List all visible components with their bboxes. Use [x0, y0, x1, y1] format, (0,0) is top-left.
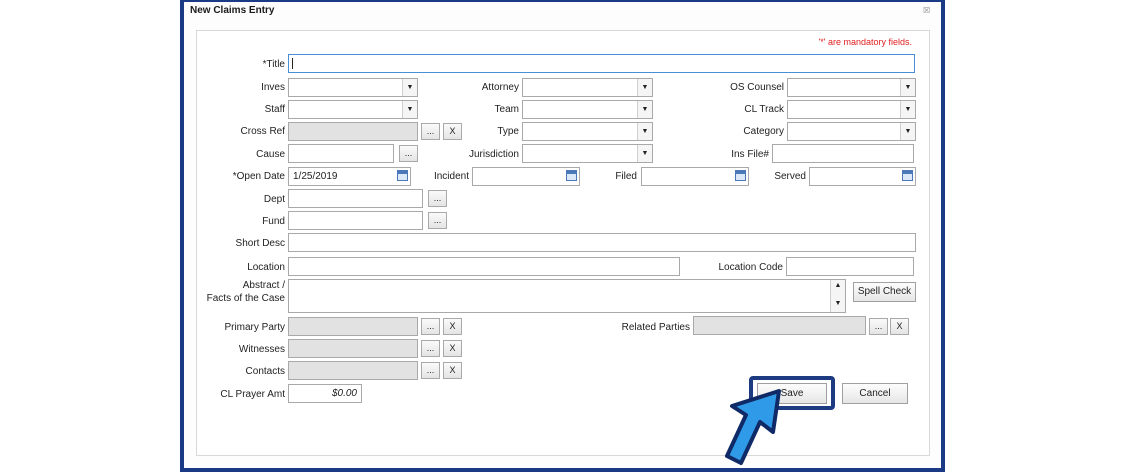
filed-label: Filed — [615, 171, 637, 182]
cause-browse-button[interactable]: ... — [399, 145, 418, 162]
witnesses-label: Witnesses — [238, 344, 285, 355]
ins-file-input[interactable] — [772, 144, 914, 163]
chevron-down-icon: ▼ — [900, 101, 915, 118]
witnesses-clear-button[interactable]: X — [443, 340, 462, 357]
chevron-down-icon: ▼ — [637, 123, 652, 140]
contacts-browse-button[interactable]: ... — [421, 362, 440, 379]
category-label: Category — [743, 126, 784, 137]
incident-label: Incident — [433, 171, 469, 182]
ins-file-label: Ins File# — [731, 149, 769, 160]
calendar-icon[interactable] — [735, 170, 746, 181]
served-date-picker[interactable] — [809, 167, 916, 186]
cause-field[interactable] — [288, 144, 394, 163]
location-code-input[interactable] — [786, 257, 914, 276]
location-input[interactable] — [288, 257, 680, 276]
location-code-label: Location Code — [718, 262, 784, 273]
staff-dropdown[interactable]: ▼ — [288, 100, 418, 119]
chevron-down-icon: ▼ — [900, 123, 915, 140]
abstract-label-line1: Abstract / — [242, 280, 285, 291]
chevron-down-icon: ▼ — [402, 101, 417, 118]
abstract-scrollbar[interactable]: ▲ ▼ — [830, 280, 845, 312]
related-parties-field — [693, 316, 866, 335]
inves-label: Inves — [261, 82, 285, 93]
type-dropdown[interactable]: ▼ — [522, 122, 653, 141]
chevron-down-icon: ▼ — [637, 79, 652, 96]
related-parties-clear-button[interactable]: X — [890, 318, 909, 335]
inves-dropdown[interactable]: ▼ — [288, 78, 418, 97]
contacts-clear-button[interactable]: X — [443, 362, 462, 379]
witnesses-field — [288, 339, 418, 358]
attorney-dropdown[interactable]: ▼ — [522, 78, 653, 97]
chevron-down-icon: ▼ — [900, 79, 915, 96]
spell-check-button[interactable]: Spell Check — [853, 282, 916, 302]
witnesses-browse-button[interactable]: ... — [421, 340, 440, 357]
cl-prayer-amt-value: $0.00 — [331, 388, 357, 399]
location-label: Location — [247, 262, 285, 273]
served-label: Served — [774, 171, 806, 182]
cl-track-dropdown[interactable]: ▼ — [787, 100, 916, 119]
primary-party-browse-button[interactable]: ... — [421, 318, 440, 335]
cl-track-label: CL Track — [744, 104, 784, 115]
incident-date-picker[interactable] — [472, 167, 580, 186]
fund-label: Fund — [262, 216, 285, 227]
jurisdiction-label: Jurisdiction — [468, 149, 519, 160]
chevron-down-icon: ▼ — [637, 101, 652, 118]
cancel-button[interactable]: Cancel — [842, 383, 908, 404]
pointer-arrow-icon — [725, 389, 781, 465]
os-counsel-dropdown[interactable]: ▼ — [787, 78, 916, 97]
team-dropdown[interactable]: ▼ — [522, 100, 653, 119]
calendar-icon[interactable] — [397, 170, 408, 181]
dialog-title: New Claims Entry — [190, 5, 275, 16]
type-label: Type — [497, 126, 519, 137]
chevron-down-icon: ▼ — [637, 145, 652, 162]
abstract-label-line2: Facts of the Case — [206, 293, 285, 304]
jurisdiction-dropdown[interactable]: ▼ — [522, 144, 653, 163]
fund-browse-button[interactable]: ... — [428, 212, 447, 229]
short-desc-input[interactable] — [288, 233, 916, 252]
short-desc-label: Short Desc — [235, 238, 285, 249]
open-date-label: *Open Date — [232, 171, 285, 182]
contacts-field — [288, 361, 418, 380]
calendar-icon[interactable] — [902, 170, 913, 181]
dept-label: Dept — [263, 194, 285, 205]
title-label: *Title — [262, 59, 285, 70]
related-parties-browse-button[interactable]: ... — [869, 318, 888, 335]
primary-party-field — [288, 317, 418, 336]
primary-party-clear-button[interactable]: X — [443, 318, 462, 335]
cross-ref-browse-button[interactable]: ... — [421, 123, 440, 140]
open-date-picker[interactable]: 1/25/2019 — [288, 167, 411, 186]
fund-field[interactable] — [288, 211, 423, 230]
cl-prayer-amt-label: CL Prayer Amt — [220, 389, 285, 400]
dept-field[interactable] — [288, 189, 423, 208]
category-dropdown[interactable]: ▼ — [787, 122, 916, 141]
close-icon[interactable]: ☒ — [923, 6, 930, 15]
abstract-textarea[interactable]: ▲ ▼ — [288, 279, 846, 313]
chevron-down-icon: ▼ — [402, 79, 417, 96]
dept-browse-button[interactable]: ... — [428, 190, 447, 207]
text-caret — [292, 58, 293, 69]
related-parties-label: Related Parties — [621, 322, 690, 333]
team-label: Team — [494, 104, 519, 115]
cause-label: Cause — [256, 149, 285, 160]
scroll-down-icon[interactable]: ▼ — [831, 300, 845, 307]
filed-date-picker[interactable] — [641, 167, 749, 186]
contacts-label: Contacts — [245, 366, 285, 377]
os-counsel-label: OS Counsel — [730, 82, 784, 93]
cross-ref-label: Cross Ref — [240, 126, 285, 137]
cl-prayer-amt-input[interactable]: $0.00 — [288, 384, 362, 403]
attorney-label: Attorney — [481, 82, 519, 93]
primary-party-label: Primary Party — [224, 322, 285, 333]
title-input[interactable] — [288, 54, 915, 73]
calendar-icon[interactable] — [566, 170, 577, 181]
scroll-up-icon[interactable]: ▲ — [831, 282, 845, 289]
open-date-value: 1/25/2019 — [293, 171, 338, 182]
mandatory-note: '*' are mandatory fields. — [818, 37, 912, 47]
cross-ref-field — [288, 122, 418, 141]
staff-label: Staff — [264, 104, 285, 115]
